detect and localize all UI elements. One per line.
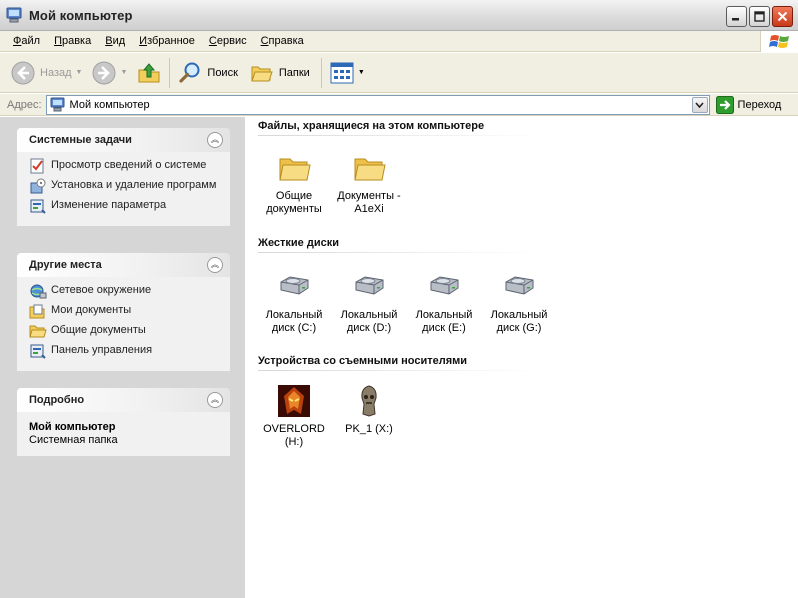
item-disk-c[interactable]: Локальный диск (C:) bbox=[256, 270, 332, 335]
folder-icon bbox=[29, 325, 47, 338]
close-icon bbox=[777, 11, 788, 22]
item-shared-documents[interactable]: Общие документы bbox=[256, 151, 332, 216]
hard-disk-icon bbox=[430, 276, 459, 295]
forward-arrow-icon bbox=[92, 61, 116, 84]
group-divider bbox=[258, 252, 540, 253]
toolbar-separator bbox=[169, 57, 171, 88]
views-icon bbox=[330, 62, 354, 83]
address-input[interactable]: Мой компьютер bbox=[45, 94, 710, 115]
chevron-down-icon bbox=[695, 101, 704, 108]
system-tasks-header[interactable]: Системные задачи ︽ bbox=[17, 128, 230, 152]
up-button[interactable] bbox=[134, 57, 164, 89]
place-shared-documents[interactable]: Общие документы bbox=[29, 323, 220, 339]
item-documents-a1exi[interactable]: Документы - A1eXi bbox=[331, 151, 407, 216]
menu-help[interactable]: Справка bbox=[254, 35, 311, 47]
menu-view[interactable]: Вид bbox=[98, 35, 132, 47]
group-title-removable: Устройства со съемными носителями bbox=[258, 355, 468, 367]
network-icon bbox=[30, 284, 47, 299]
my-computer-icon bbox=[6, 7, 22, 23]
group-title-files: Файлы, хранящиеся на этом компьютере bbox=[258, 120, 485, 132]
forward-dropdown-icon[interactable]: ▼ bbox=[120, 69, 127, 76]
overlord-drive-icon bbox=[278, 385, 310, 417]
item-disk-d[interactable]: Локальный диск (D:) bbox=[331, 270, 407, 335]
folder-icon bbox=[354, 158, 386, 181]
control-panel-icon bbox=[30, 344, 46, 359]
back-button[interactable]: Назад ▼ bbox=[8, 57, 85, 89]
collapse-icon[interactable]: ︽ bbox=[207, 392, 223, 408]
windows-logo bbox=[760, 31, 798, 52]
hard-disk-icon bbox=[355, 276, 384, 295]
add-remove-programs-icon bbox=[30, 178, 46, 194]
search-icon bbox=[179, 62, 200, 83]
windows-flag-icon bbox=[768, 34, 789, 48]
views-dropdown-icon[interactable]: ▼ bbox=[358, 69, 365, 76]
minimize-button[interactable] bbox=[726, 6, 747, 27]
maximize-button[interactable] bbox=[749, 6, 770, 27]
address-dropdown-button[interactable] bbox=[691, 96, 708, 113]
menu-file[interactable]: Файл bbox=[6, 35, 47, 47]
views-button[interactable]: ▼ bbox=[327, 57, 368, 89]
window-title: Мой компьютер bbox=[29, 7, 133, 23]
address-value: Мой компьютер bbox=[69, 98, 150, 111]
window-controls bbox=[726, 6, 793, 27]
my-documents-icon bbox=[29, 304, 45, 319]
system-tasks-body: Просмотр сведений о системе Установка и … bbox=[17, 152, 230, 226]
place-control-panel[interactable]: Панель управления bbox=[29, 343, 220, 359]
go-button[interactable]: Переход bbox=[715, 95, 781, 114]
group-divider bbox=[258, 370, 540, 371]
item-drive-overlord[interactable]: OVERLORD (H:) bbox=[256, 384, 332, 449]
group-divider bbox=[258, 135, 540, 136]
menu-favorites[interactable]: Избранное bbox=[132, 35, 202, 47]
maximize-icon bbox=[754, 11, 765, 22]
other-places-header[interactable]: Другие места ︽ bbox=[17, 253, 230, 277]
pk-drive-icon bbox=[361, 385, 377, 417]
go-arrow-icon bbox=[715, 95, 734, 114]
folders-button[interactable]: Папки bbox=[247, 57, 313, 89]
folders-icon bbox=[251, 66, 273, 81]
address-label: Адрес: bbox=[7, 98, 42, 111]
system-tasks-panel: Системные задачи ︽ Просмотр сведений о с… bbox=[17, 128, 230, 226]
details-type: Системная папка bbox=[29, 434, 118, 446]
back-arrow-icon bbox=[11, 61, 35, 84]
menu-edit[interactable]: Правка bbox=[47, 35, 98, 47]
toolbar-separator bbox=[320, 57, 322, 88]
item-disk-g[interactable]: Локальный диск (G:) bbox=[481, 270, 557, 335]
details-header[interactable]: Подробно ︽ bbox=[17, 388, 230, 412]
place-my-documents[interactable]: Мои документы bbox=[29, 303, 220, 319]
menu-bar: Файл Правка Вид Избранное Сервис Справка bbox=[0, 31, 798, 52]
toolbar: Назад ▼ ▼ Поиск Папки ▼ bbox=[0, 53, 798, 93]
collapse-icon[interactable]: ︽ bbox=[207, 132, 223, 148]
hard-disk-icon bbox=[280, 276, 309, 295]
title-bar[interactable]: Мой компьютер bbox=[0, 0, 798, 31]
control-panel-icon bbox=[30, 199, 46, 214]
group-title-hard-disks: Жесткие диски bbox=[258, 237, 339, 249]
close-button[interactable] bbox=[772, 6, 793, 27]
forward-button[interactable]: ▼ bbox=[89, 57, 130, 89]
task-add-remove-programs[interactable]: Установка и удаление программ bbox=[29, 178, 220, 194]
system-info-icon bbox=[30, 158, 44, 174]
place-network[interactable]: Сетевое окружение bbox=[29, 283, 220, 299]
other-places-panel: Другие места ︽ Сетевое окружение Мои док… bbox=[17, 253, 230, 371]
folder-icon bbox=[279, 158, 311, 181]
folder-up-icon bbox=[138, 62, 160, 82]
minimize-icon bbox=[732, 18, 739, 21]
other-places-body: Сетевое окружение Мои документы Общие до… bbox=[17, 277, 230, 371]
item-drive-pk1[interactable]: PK_1 (X:) bbox=[331, 384, 407, 436]
task-change-setting[interactable]: Изменение параметра bbox=[29, 198, 220, 214]
search-button[interactable]: Поиск bbox=[175, 57, 240, 89]
details-name: Мой компьютер bbox=[29, 421, 116, 433]
menu-tools[interactable]: Сервис bbox=[202, 35, 254, 47]
my-computer-icon bbox=[50, 97, 65, 111]
details-body: Мой компьютер Системная папка bbox=[17, 412, 230, 456]
item-disk-e[interactable]: Локальный диск (E:) bbox=[406, 270, 482, 335]
address-bar: Адрес: Мой компьютер Переход bbox=[0, 94, 798, 116]
collapse-icon[interactable]: ︽ bbox=[207, 257, 223, 273]
details-panel: Подробно ︽ Мой компьютер Системная папка bbox=[17, 388, 230, 456]
hard-disk-icon bbox=[505, 276, 534, 295]
task-pane: Системные задачи ︽ Просмотр сведений о с… bbox=[0, 117, 245, 598]
back-dropdown-icon[interactable]: ▼ bbox=[76, 69, 83, 76]
content-area: Файлы, хранящиеся на этом компьютере Общ… bbox=[245, 117, 798, 598]
task-view-system-info[interactable]: Просмотр сведений о системе bbox=[29, 158, 220, 174]
